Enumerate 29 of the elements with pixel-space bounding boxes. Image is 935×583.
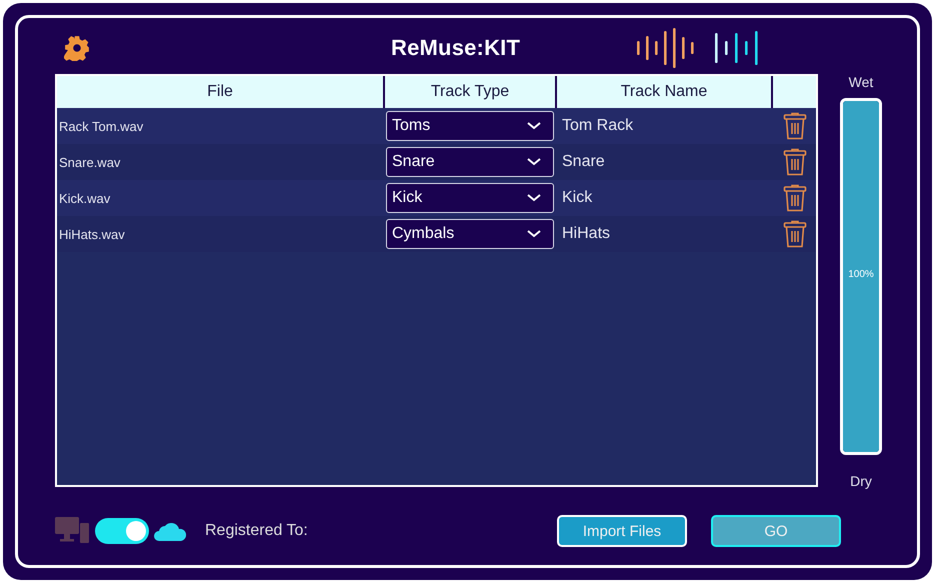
dry-label: Dry <box>850 473 872 489</box>
track-name: Kick <box>561 189 592 207</box>
file-name: Kick.wav <box>58 190 110 206</box>
track-type-dropdown[interactable]: Cymbals <box>386 219 554 249</box>
wet-label: Wet <box>848 74 874 90</box>
cloud-icon <box>153 520 187 542</box>
trash-icon[interactable] <box>782 112 806 140</box>
track-type-dropdown[interactable]: Kick <box>386 183 554 213</box>
toggle-switch[interactable] <box>95 518 149 544</box>
file-name: Snare.wav <box>58 154 120 170</box>
track-name: Snare <box>561 153 605 171</box>
registered-label: Registered To: <box>205 522 308 540</box>
trash-icon[interactable] <box>782 184 806 212</box>
track-name: HiHats <box>561 225 610 243</box>
chevron-icon <box>527 158 541 166</box>
track-type-dropdown[interactable]: Snare <box>386 147 554 177</box>
track-name: Tom Rack <box>561 117 634 135</box>
track-type-dropdown[interactable]: Toms <box>386 111 554 141</box>
file-name: Rack Tom.wav <box>58 118 144 134</box>
computer-icon <box>55 517 91 545</box>
trash-icon[interactable] <box>782 148 806 176</box>
chevron-icon <box>527 122 541 130</box>
chevron-icon <box>527 230 541 238</box>
settings-icon[interactable] <box>64 35 90 61</box>
slider-reading: 100% <box>847 269 875 280</box>
trash-icon[interactable] <box>782 220 806 248</box>
file-name: HiHats.wav <box>58 226 125 242</box>
app-title: ReMuse:KIT <box>391 35 520 61</box>
chevron-icon <box>527 194 541 202</box>
